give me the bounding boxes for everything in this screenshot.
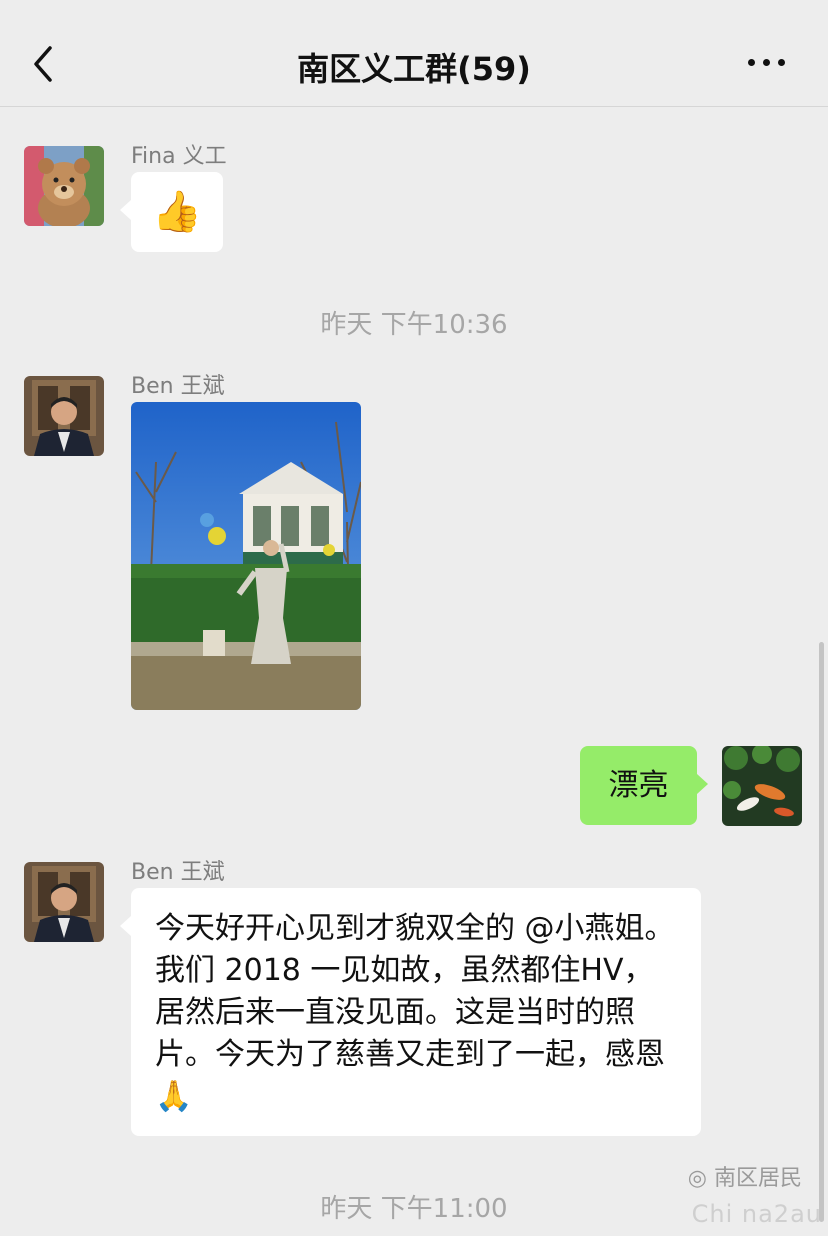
message-bubble-outgoing[interactable]: 漂亮 [580,746,708,825]
avatar-ben[interactable] [24,376,104,456]
message-text: 今天好开心见到才貌双全的 @小燕姐。我们 2018 一见如故，虽然都住HV，居然… [155,911,675,1114]
message-text: 漂亮 [608,768,669,803]
message-bubble[interactable]: 今天好开心见到才貌双全的 @小燕姐。我们 2018 一见如故，虽然都住HV，居然… [120,888,701,1136]
sender-name: Ben 王斌 [131,860,225,885]
chat-header: 南区义工群(59) [0,0,828,107]
avatar-fina[interactable] [24,146,104,226]
timestamp: 昨天 下午10:36 [320,310,508,340]
avatar-self[interactable] [722,746,802,826]
thumbs-up-icon: 👍 [152,189,202,235]
message-image[interactable] [131,402,361,710]
avatar-ben[interactable] [24,862,104,942]
man-portrait-avatar [24,862,104,942]
scrollbar[interactable] [819,642,824,1222]
more-options-button[interactable] [748,50,792,74]
sender-name: Ben 王斌 [131,374,225,399]
teddy-bear-avatar [24,146,104,226]
watermark-site: Chi na2au [691,1200,822,1228]
chat-title: 南区义工群(59) [297,50,531,88]
photo-image [131,402,361,710]
sender-name: Fina 义工 [131,144,227,169]
watermark-text: 南区居民 [713,1166,802,1191]
ellipsis-icon [778,59,785,66]
ellipsis-icon [748,59,755,66]
watermark-label: ◎ 南区居民 [688,1160,802,1192]
ellipsis-icon [763,59,770,66]
wechat-logo-icon: ◎ [687,1166,707,1191]
message-bubble[interactable]: 👍 [120,172,223,252]
man-portrait-avatar [24,376,104,456]
koi-pond-avatar [722,746,802,826]
